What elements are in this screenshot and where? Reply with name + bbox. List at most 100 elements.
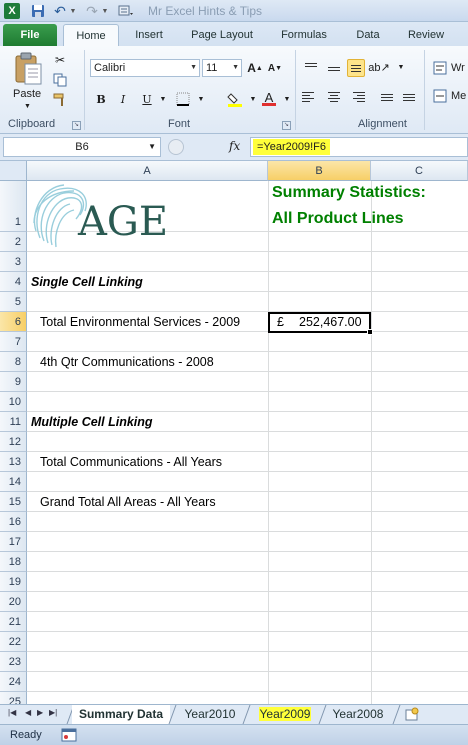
tab-data[interactable]: Data	[345, 24, 391, 46]
sheet-tab-year2008[interactable]: Year2008	[326, 705, 390, 724]
shrink-font-icon[interactable]: A ▼	[266, 59, 284, 77]
active-cell-border	[268, 312, 371, 333]
tab-formulas[interactable]: Formulas	[270, 24, 338, 46]
decrease-indent-icon[interactable]	[378, 88, 396, 106]
row-header[interactable]: 20	[0, 592, 27, 612]
format-painter-icon[interactable]	[52, 92, 68, 108]
row-header[interactable]: 11	[0, 412, 27, 432]
borders-dropdown-icon[interactable]: ▼	[192, 90, 210, 108]
row-header[interactable]: 6	[0, 312, 27, 332]
row-header[interactable]: 21	[0, 612, 27, 632]
cell-a6[interactable]: Total Environmental Services - 2009	[40, 315, 240, 329]
orientation-dropdown-icon[interactable]: ▼	[392, 58, 410, 76]
prev-sheet-icon[interactable]: ◀	[25, 708, 31, 717]
cut-icon[interactable]: ✂	[52, 52, 68, 68]
row-header[interactable]: 25	[0, 692, 27, 704]
paste-dropdown-icon[interactable]: ▼	[24, 103, 31, 110]
font-color-dropdown-icon[interactable]: ▼	[278, 90, 296, 108]
undo-dropdown-icon[interactable]: ▼	[69, 3, 77, 19]
row-header[interactable]: 23	[0, 652, 27, 672]
sheet-tab-year2009[interactable]: Year2009	[252, 705, 318, 724]
worksheet-grid[interactable]: A B C 1 2 3 4 5 6 7 8 9 10 11 12 13 14 15 16 17 18 19 20 21 2…	[0, 161, 468, 704]
sheet-tab-year2010[interactable]: Year2010	[178, 705, 242, 724]
redo-icon[interactable]: ↷	[85, 3, 99, 19]
tab-review[interactable]: Review	[398, 24, 454, 46]
row-header[interactable]: 8	[0, 352, 27, 372]
fill-color-icon[interactable]	[226, 90, 244, 108]
customize-quick-access-icon[interactable]	[118, 3, 134, 19]
tab-page-layout[interactable]: Page Layout	[182, 24, 262, 46]
cell-a8[interactable]: 4th Qtr Communications - 2008	[40, 355, 214, 369]
formula-bar-handle-icon[interactable]	[168, 139, 184, 155]
paste-icon[interactable]	[13, 52, 43, 86]
row-header[interactable]: 2	[0, 232, 27, 252]
font-size-combo[interactable]: 11 ▼	[202, 59, 242, 77]
column-header-a[interactable]: A	[27, 161, 268, 181]
borders-icon[interactable]	[174, 90, 192, 108]
column-header-b[interactable]: B	[268, 161, 371, 181]
merge-center-icon[interactable]	[432, 88, 448, 104]
excel-app-icon[interactable]: X	[4, 3, 20, 19]
font-launcher-icon[interactable]: ↘	[282, 121, 291, 130]
insert-function-icon[interactable]: fx	[229, 139, 240, 153]
next-sheet-icon[interactable]: ▶	[37, 708, 43, 717]
fill-handle[interactable]	[367, 329, 373, 335]
align-left-icon[interactable]	[302, 88, 320, 106]
tab-file[interactable]: File	[3, 24, 57, 46]
first-sheet-icon[interactable]: |◀	[8, 708, 16, 717]
top-align-icon[interactable]	[302, 56, 320, 74]
middle-align-icon[interactable]	[325, 60, 343, 78]
redo-dropdown-icon[interactable]: ▼	[101, 3, 109, 19]
select-all-corner[interactable]	[0, 161, 27, 181]
italic-icon[interactable]: I	[114, 90, 132, 108]
row-header[interactable]: 15	[0, 492, 27, 512]
insert-sheet-icon[interactable]	[404, 707, 420, 721]
formula-input[interactable]: =Year2009!F6	[250, 137, 468, 157]
wrap-text-icon[interactable]	[432, 60, 448, 76]
row-header[interactable]: 14	[0, 472, 27, 492]
bold-icon[interactable]: B	[92, 90, 110, 108]
macro-record-icon[interactable]	[61, 728, 77, 742]
increase-indent-icon[interactable]	[400, 88, 418, 106]
clipboard-launcher-icon[interactable]: ↘	[72, 121, 81, 130]
last-sheet-icon[interactable]: ▶|	[49, 708, 57, 717]
row-header[interactable]: 9	[0, 372, 27, 392]
save-icon[interactable]	[30, 3, 46, 19]
row-header[interactable]: 24	[0, 672, 27, 692]
column-header-c[interactable]: C	[371, 161, 468, 181]
grow-font-icon[interactable]: A ▲	[246, 59, 264, 77]
orientation-icon[interactable]: ab↗	[368, 58, 389, 76]
tab-insert[interactable]: Insert	[124, 24, 174, 46]
wrap-text-label[interactable]: Wr	[451, 62, 465, 74]
cell-a13[interactable]: Total Communications - All Years	[40, 455, 222, 469]
row-header[interactable]: 3	[0, 252, 27, 272]
row-header[interactable]: 19	[0, 572, 27, 592]
row-header[interactable]: 7	[0, 332, 27, 352]
cell-a11[interactable]: Multiple Cell Linking	[31, 415, 153, 429]
row-header[interactable]: 4	[0, 272, 27, 292]
row-header[interactable]: 12	[0, 432, 27, 452]
undo-icon[interactable]: ↶	[53, 3, 67, 19]
cell-a15[interactable]: Grand Total All Areas - All Years	[40, 495, 216, 509]
row-header[interactable]: 17	[0, 532, 27, 552]
row-header[interactable]: 13	[0, 452, 27, 472]
tab-home[interactable]: Home	[63, 24, 119, 46]
align-right-icon[interactable]	[347, 88, 365, 106]
row-header[interactable]: 18	[0, 552, 27, 572]
row-header[interactable]: 16	[0, 512, 27, 532]
align-center-icon[interactable]	[325, 88, 343, 106]
row-header[interactable]: 1	[0, 181, 27, 232]
sheet-tab-summary-data[interactable]: Summary Data	[72, 705, 170, 724]
merge-center-label[interactable]: Me	[451, 90, 466, 102]
row-header[interactable]: 10	[0, 392, 27, 412]
font-name-combo[interactable]: Calibri ▼	[90, 59, 200, 77]
cell-a4[interactable]: Single Cell Linking	[31, 275, 143, 289]
font-color-icon[interactable]: A	[260, 90, 278, 108]
underline-dropdown-icon[interactable]: ▼	[154, 90, 172, 108]
row-header[interactable]: 5	[0, 292, 27, 312]
paste-button-label[interactable]: Paste	[13, 88, 41, 100]
bottom-align-icon[interactable]	[347, 59, 365, 77]
name-box[interactable]: B6 ▼	[3, 137, 161, 157]
copy-icon[interactable]	[52, 72, 68, 88]
row-header[interactable]: 22	[0, 632, 27, 652]
